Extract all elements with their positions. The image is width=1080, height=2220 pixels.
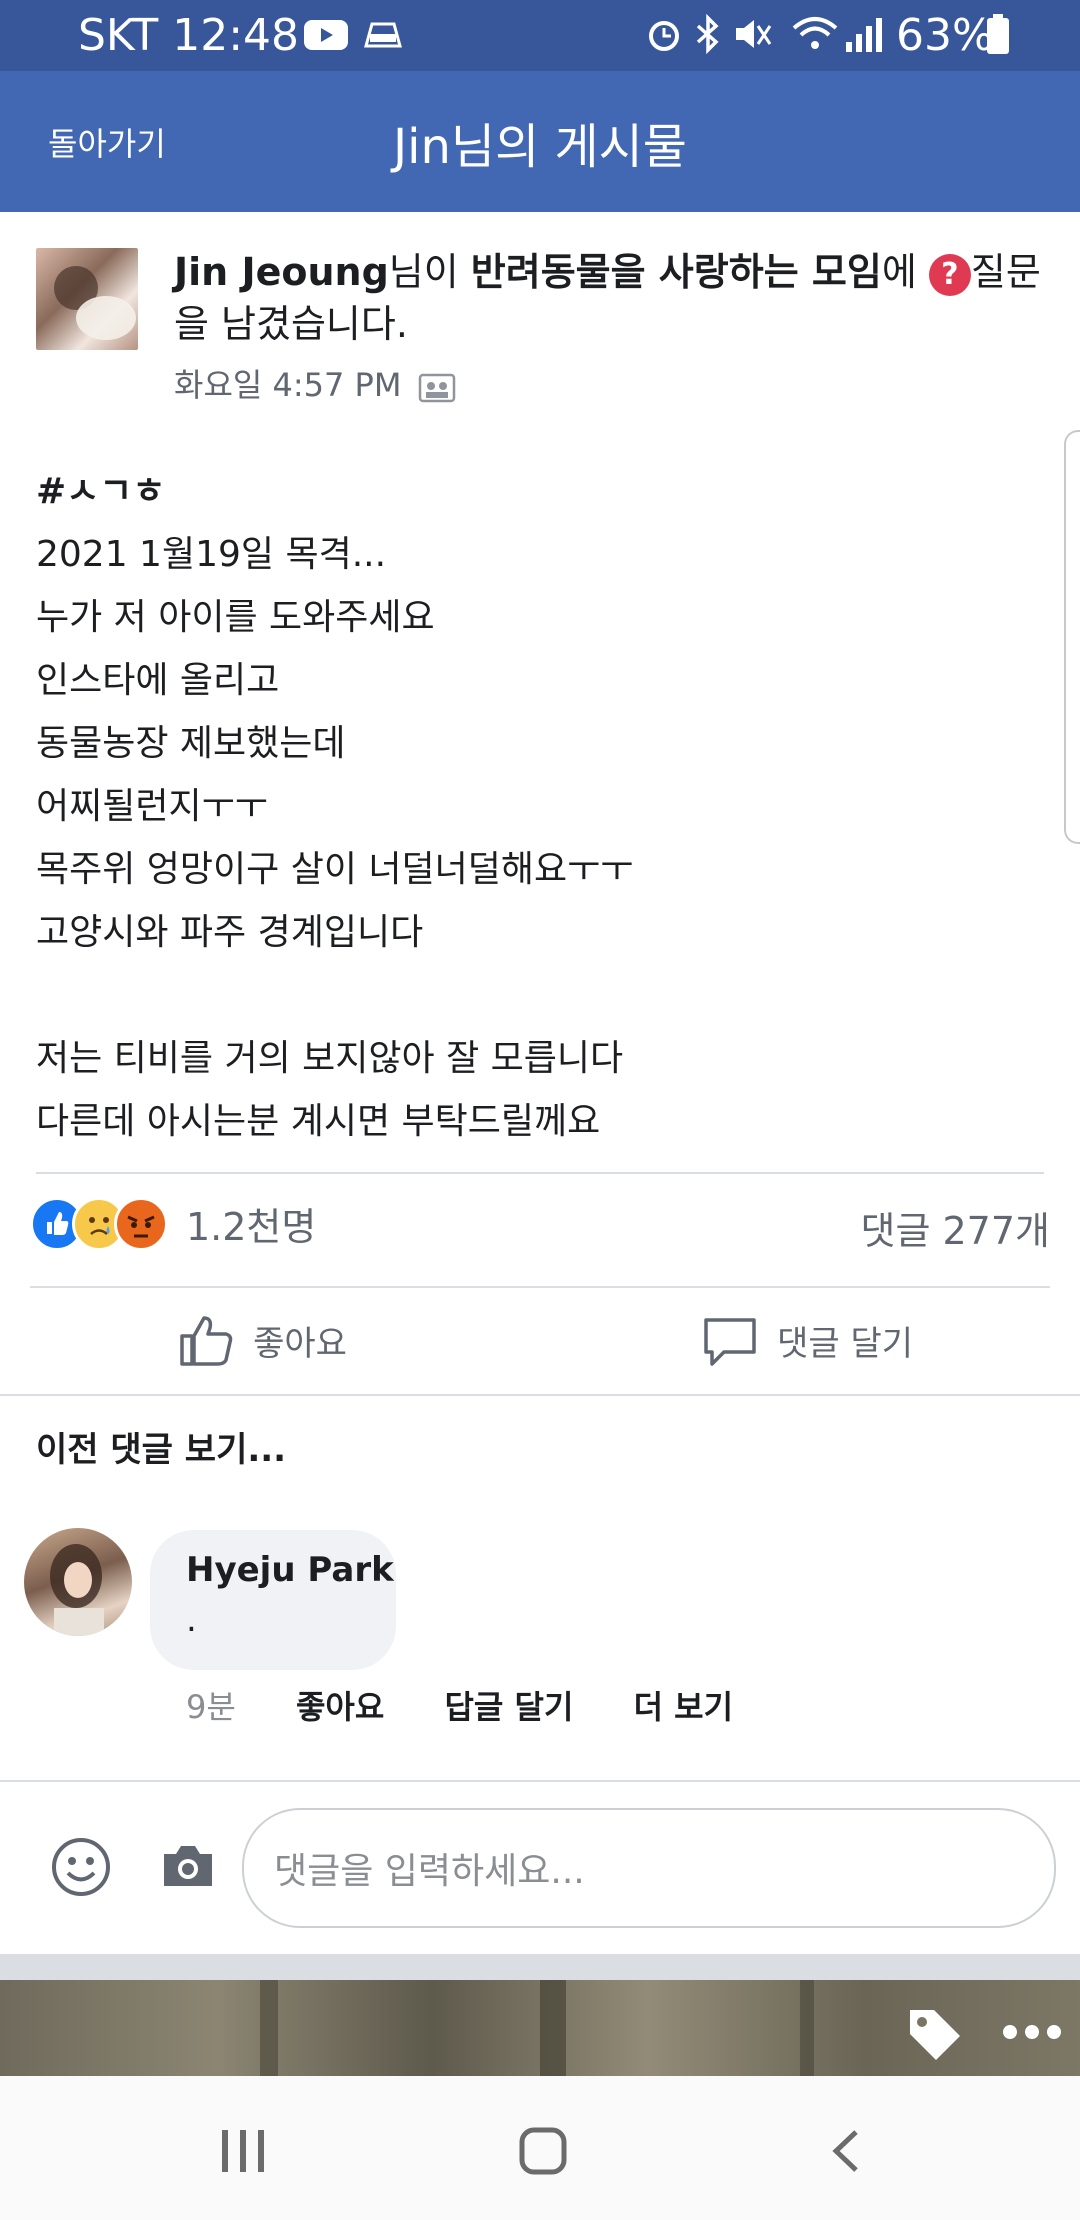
post-line: 동물농장 제보했는데 <box>36 723 346 764</box>
post-line: 2021 1월19일 목격... <box>36 534 387 575</box>
post-line: 누가 저 아이를 도와주세요 <box>36 597 435 638</box>
like-button[interactable]: 좋아요 <box>176 1310 347 1380</box>
post-line: 저는 티비를 거의 보지않아 잘 모릅니다 <box>36 1038 624 1079</box>
more-options-icon[interactable] <box>1000 2020 1064 2044</box>
back-button[interactable]: 돌아가기 <box>48 119 166 165</box>
tag-icon[interactable] <box>904 2004 964 2064</box>
author-name[interactable]: Jin Jeoung <box>174 250 389 294</box>
signal-icon <box>846 18 882 52</box>
battery-icon <box>987 14 1009 54</box>
like-label: 좋아요 <box>253 1323 347 1364</box>
author-avatar[interactable] <box>36 248 138 350</box>
back-nav-icon[interactable] <box>828 2128 862 2174</box>
alarm-icon <box>649 21 679 51</box>
recent-apps-icon[interactable] <box>220 2128 268 2174</box>
comment-text: . <box>186 1600 197 1640</box>
edge-panel-handle[interactable] <box>1064 430 1080 844</box>
comment-label: 댓글 달기 <box>777 1323 914 1364</box>
group-audience-icon <box>418 373 455 403</box>
system-nav-bar <box>0 2076 1080 2220</box>
comment-time: 9분 <box>186 1688 236 1726</box>
headline-text-2: 에 <box>881 250 929 294</box>
post-line: 인스타에 올리고 <box>36 660 280 701</box>
bluetooth-icon <box>696 14 719 54</box>
divider <box>30 1286 1050 1288</box>
reactions-summary[interactable]: 1.2천명 <box>30 1196 316 1266</box>
status-bar: SKT 12:48 63% <box>0 0 1080 71</box>
post-line: 어찌될런지ㅜㅜ <box>36 786 268 827</box>
post-line: 목주위 엉망이구 살이 너덜너덜해요ㅜㅜ <box>36 849 634 890</box>
comment-actions: 9분 좋아요 답글 달기 더 보기 <box>186 1682 783 1728</box>
status-time: SKT 12:48 <box>78 10 300 61</box>
headline-text: 님이 <box>388 250 471 294</box>
post-time[interactable]: 화요일 4:57 PM <box>174 366 401 404</box>
comment-bubble-icon <box>704 1318 756 1366</box>
post-line <box>36 964 1036 1027</box>
question-icon: ? <box>928 253 971 296</box>
post-line: 다른데 아시는분 계시면 부탁드릴께요 <box>36 1101 601 1142</box>
app-notification-icon <box>364 22 402 48</box>
comment-count[interactable]: 댓글 277개 <box>861 1200 1051 1255</box>
comment-reply-button[interactable]: 답글 달기 <box>444 1688 573 1726</box>
wifi-icon <box>792 17 838 49</box>
post-line: 고양시와 파주 경계입니다 <box>36 912 424 953</box>
comment-button[interactable]: 댓글 달기 <box>700 1310 913 1380</box>
comment-bubble[interactable]: Hyeju Park . <box>150 1530 396 1670</box>
camera-icon[interactable] <box>160 1842 216 1890</box>
youtube-icon <box>304 20 348 50</box>
divider <box>36 1172 1044 1174</box>
comment-more-button[interactable]: 더 보기 <box>634 1688 733 1726</box>
comment-input[interactable]: 댓글을 입력하세요... <box>242 1808 1056 1928</box>
thumbs-up-icon <box>180 1316 233 1366</box>
emoji-icon[interactable] <box>50 1836 112 1898</box>
view-previous-comments[interactable]: 이전 댓글 보기... <box>36 1422 286 1471</box>
group-name[interactable]: 반려동물을 사랑하는 모임 <box>471 250 882 294</box>
battery-percent: 63% <box>896 10 994 61</box>
mute-icon <box>736 20 772 48</box>
commenter-avatar[interactable] <box>24 1528 132 1636</box>
home-icon[interactable] <box>518 2126 568 2176</box>
feed-separator <box>0 1954 1080 1980</box>
post-body: #ㅅㄱㅎ 2021 1월19일 목격... 누가 저 아이를 도와주세요 인스타… <box>36 460 1036 1153</box>
angry-reaction-icon <box>114 1196 168 1251</box>
post-meta: 화요일 4:57 PM <box>174 360 456 406</box>
post-line: #ㅅㄱㅎ <box>36 471 166 512</box>
commenter-name[interactable]: Hyeju Park <box>186 1550 394 1590</box>
app-header: Jin님의 게시물 돌아가기 <box>0 71 1080 212</box>
comment-like-button[interactable]: 좋아요 <box>296 1688 384 1726</box>
post-headline: Jin Jeoung님이 반려동물을 사랑하는 모임에 ? 질문을 남겼습니다. <box>174 246 1044 350</box>
comment-input-placeholder: 댓글을 입력하세요... <box>274 1851 585 1892</box>
divider <box>0 1780 1080 1782</box>
divider <box>0 1394 1080 1396</box>
reaction-count: 1.2천명 <box>186 1205 317 1249</box>
